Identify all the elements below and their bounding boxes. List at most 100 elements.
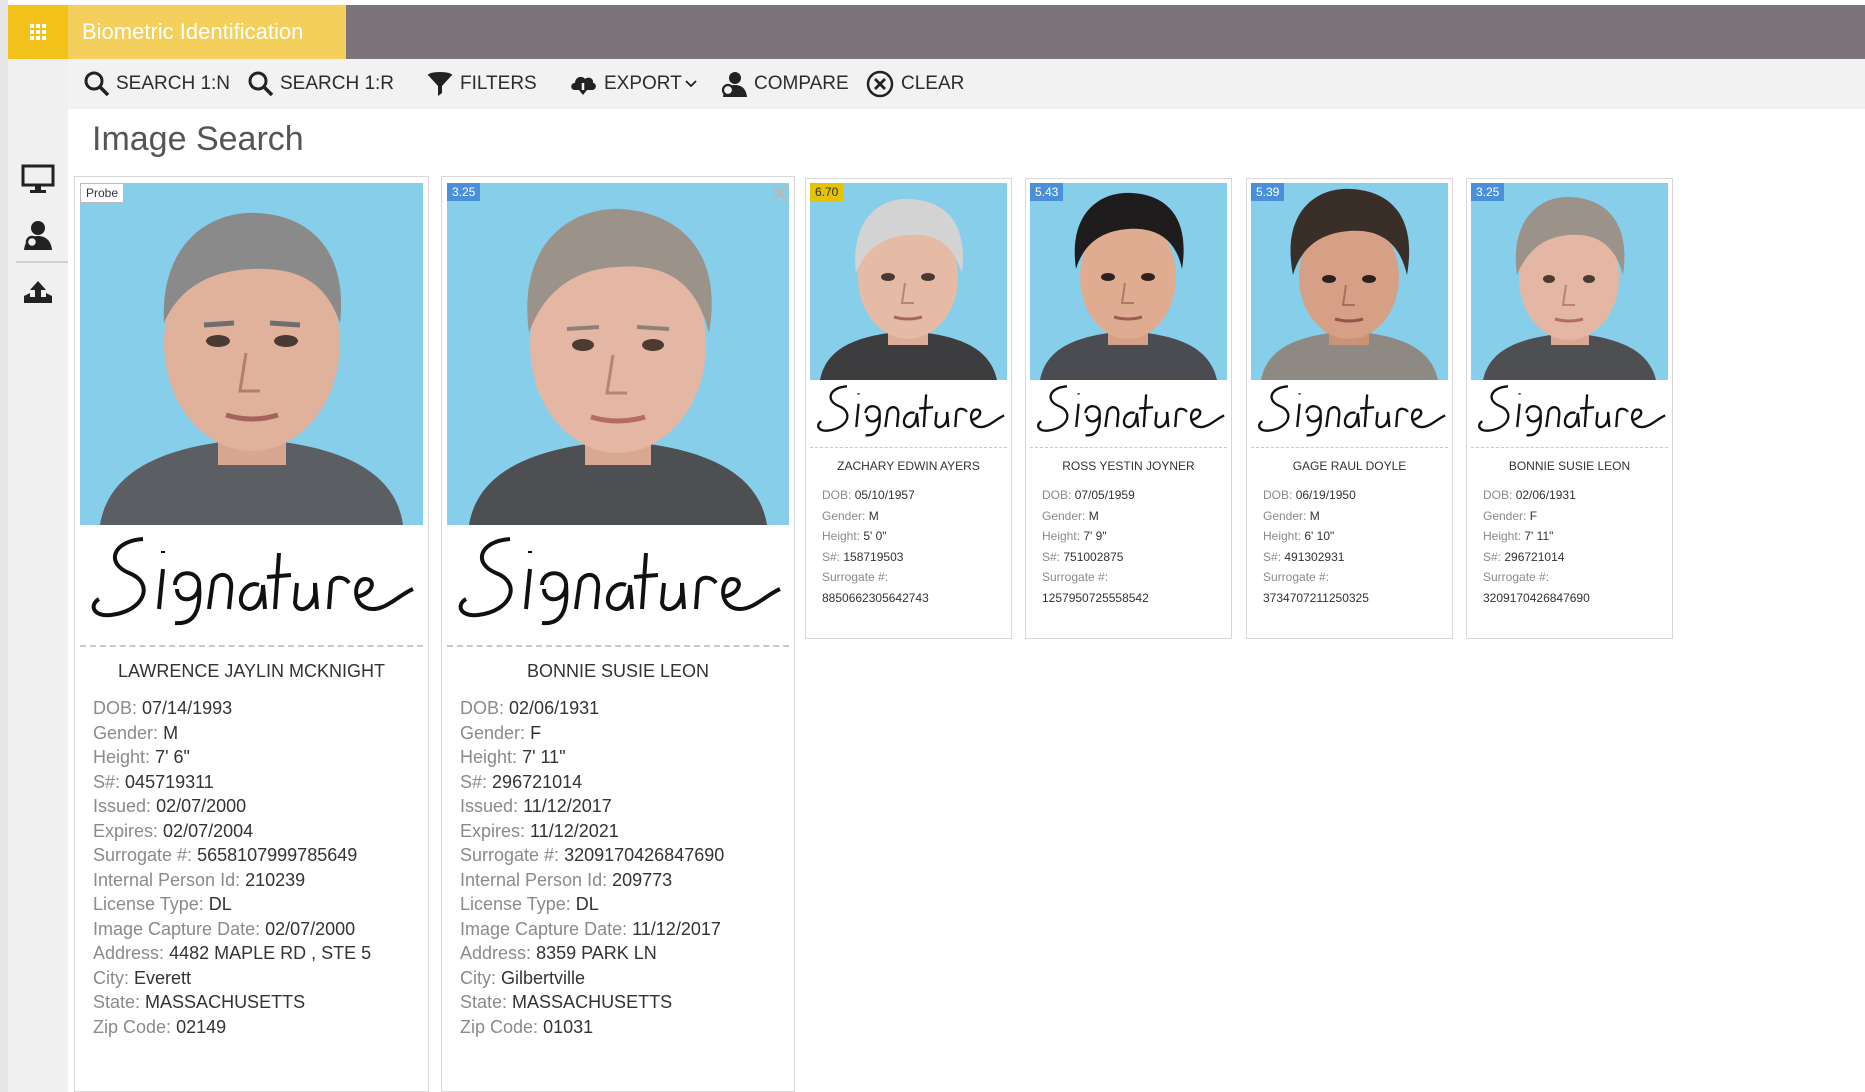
face-photo (1030, 183, 1227, 380)
signature-image (1478, 385, 1666, 437)
person-name: BONNIE SUSIE LEON (1508, 459, 1631, 473)
internal-id-row: Internal Person Id: 210239 (93, 869, 306, 890)
chevron-down-icon (685, 80, 697, 88)
person-details: DOB: 02/06/1931 Gender: F Height: 7' 11"… (460, 696, 724, 1039)
search-1r-button[interactable]: SEARCH 1:R (248, 67, 394, 101)
face-image (810, 183, 1007, 380)
license-type-row: License Type: DL (460, 894, 599, 914)
surrogate-value: 3734707211250325 (1263, 590, 1369, 605)
filters-button[interactable]: FILTERS (426, 67, 537, 101)
capture-date-row: Image Capture Date: 11/12/2017 (460, 918, 721, 939)
person-name: LAWRENCE JAYLIN MCKNIGHT (117, 661, 386, 681)
match-card[interactable]: 5.43 ROSS YESTIN JOYNER DOB: 07/05/1959 … (1025, 178, 1232, 639)
clear-label: CLEAR (901, 73, 965, 94)
capture-date-row: Image Capture Date: 02/07/2000 (93, 918, 356, 939)
app-title[interactable]: Biometric Identification (68, 5, 346, 59)
gender-row: Gender: F (1483, 508, 1538, 523)
search-icon (84, 71, 110, 97)
dob-row: DOB: 07/14/1993 (93, 698, 233, 718)
app-window: Biometric Identification SEARCH 1:N SEAR… (0, 0, 1865, 1092)
person-details: DOB: 02/06/1931 Gender: F Height: 7' 11"… (1483, 485, 1590, 609)
height-row: Height: 7' 6" (93, 747, 190, 767)
side-nav (8, 59, 68, 1092)
surrogate-row: Surrogate #: 5658107999785649 (93, 845, 358, 865)
match-card[interactable]: 6.70 ZACHARY EDWIN AYERS DOB: 05/10/1957… (805, 178, 1012, 639)
person-name: BONNIE SUSIE LEON (526, 661, 710, 681)
dob-row: DOB: 05/10/1957 (822, 488, 915, 502)
person-name: ROSS YESTIN JOYNER (1062, 459, 1195, 473)
divider (1251, 447, 1448, 448)
height-row: Height: 7' 11" (1483, 529, 1554, 544)
address-row: Address: 4482 MAPLE RD , STE 5 (93, 943, 372, 963)
probe-card[interactable]: Probe LAWRENCE JAYLIN MCKNIGHT DOB: 07/1… (74, 176, 429, 1092)
dob-row: DOB: 06/19/1950 (1263, 488, 1356, 502)
face-image (1030, 183, 1227, 380)
s-number-row: S#: 751002875 (1042, 549, 1124, 564)
close-circle-icon (866, 70, 894, 98)
filter-icon (428, 72, 452, 96)
surrogate-label: Surrogate #: (822, 570, 889, 585)
surrogate-row: Surrogate #: 3209170426847690 (460, 845, 725, 865)
person-details: DOB: 07/05/1959 Gender: M Height: 7' 9" … (1042, 485, 1149, 609)
face-image (447, 183, 789, 525)
height-row: Height: 7' 11" (460, 747, 566, 767)
signature-image (1258, 385, 1446, 437)
person-details: DOB: 06/19/1950 Gender: M Height: 6' 10"… (1263, 485, 1369, 609)
city-row: City: Everett (93, 967, 192, 988)
face-image (1471, 183, 1668, 380)
app-launcher-button[interactable] (8, 5, 68, 59)
divider (80, 645, 423, 647)
side-divider (16, 261, 68, 263)
page-title: Image Search (92, 120, 304, 158)
cloud-download-icon (571, 76, 596, 95)
side-item-person-search[interactable] (8, 207, 68, 263)
gender-row: Gender: M (822, 508, 879, 523)
compare-button[interactable]: COMPARE (718, 67, 849, 101)
face-image (80, 183, 423, 525)
issued-row: Issued: 02/07/2000 (93, 796, 247, 816)
issued-row: Issued: 11/12/2017 (460, 796, 612, 816)
signature-image (817, 385, 1005, 437)
address-row: Address: 8359 PARK LN (460, 943, 657, 963)
dob-row: DOB: 02/06/1931 (460, 698, 600, 718)
upload-icon (24, 281, 52, 303)
export-dropdown[interactable]: EXPORT (568, 67, 697, 101)
person-name: ZACHARY EDWIN AYERS (837, 459, 980, 473)
filters-label: FILTERS (460, 73, 537, 94)
match-card-selected[interactable]: 3.25 BONNIE SUSIE LEON DOB: 02/06/1931 G… (441, 176, 795, 1092)
s-number-row: S#: 045719311 (93, 771, 214, 792)
search-1n-button[interactable]: SEARCH 1:N (84, 67, 230, 101)
side-item-upload[interactable] (8, 266, 68, 322)
gender-row: Gender: F (460, 722, 542, 743)
gender-row: Gender: M (1042, 508, 1099, 523)
match-score-badge: 6.70 (810, 183, 844, 201)
person-details: DOB: 05/10/1957 Gender: M Height: 5' 0" … (822, 485, 929, 609)
person-details: DOB: 07/14/1993 Gender: M Height: 7' 6" … (93, 696, 371, 1039)
s-number-row: S#: 491302931 (1263, 549, 1345, 564)
clear-button[interactable]: CLEAR (865, 67, 964, 101)
dob-row: DOB: 02/06/1931 (1483, 488, 1576, 502)
height-row: Height: 7' 9" (1042, 529, 1107, 544)
signature-image (1037, 385, 1225, 437)
state-row: State: MASSACHUSETTS (93, 992, 306, 1012)
s-number-row: S#: 296721014 (1483, 549, 1565, 564)
search-1n-label: SEARCH 1:N (116, 73, 231, 94)
divider (1471, 447, 1668, 448)
search-icon (248, 71, 274, 97)
search-1r-label: SEARCH 1:R (280, 73, 395, 94)
match-score-badge: 3.25 (447, 183, 481, 201)
zip-row: Zip Code: 01031 (460, 1016, 594, 1037)
signature-image (458, 537, 781, 626)
app-header: Biometric Identification (8, 5, 1865, 59)
s-number-row: S#: 158719503 (822, 549, 904, 564)
surrogate-label: Surrogate #: (1042, 570, 1109, 585)
expires-row: Expires: 02/07/2004 (93, 820, 254, 841)
match-card[interactable]: 3.25 BONNIE SUSIE LEON DOB: 02/06/1931 G… (1466, 178, 1673, 639)
close-icon[interactable] (772, 185, 788, 201)
zip-row: Zip Code: 02149 (93, 1016, 227, 1037)
expires-row: Expires: 11/12/2021 (460, 820, 619, 841)
side-item-monitor[interactable] (8, 151, 68, 207)
person-search-icon (24, 221, 52, 250)
grid-icon (30, 24, 46, 40)
match-card[interactable]: 5.39 GAGE RAUL DOYLE DOB: 06/19/1950 Gen… (1246, 178, 1453, 639)
